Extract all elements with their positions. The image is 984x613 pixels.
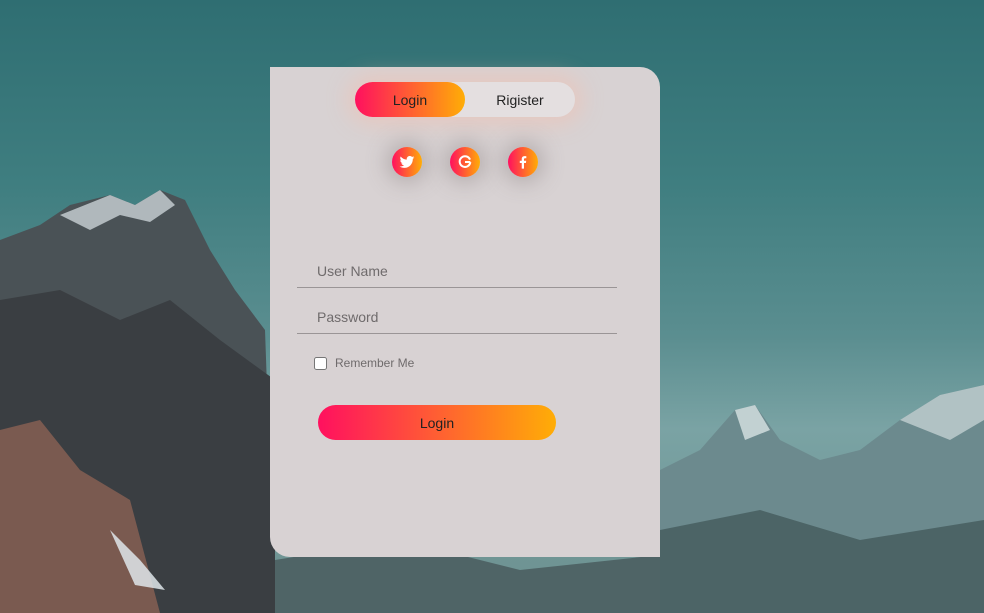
- facebook-login-button[interactable]: [508, 147, 538, 177]
- username-input[interactable]: [297, 254, 617, 287]
- twitter-icon: [399, 156, 415, 168]
- google-login-button[interactable]: [450, 147, 480, 177]
- tab-login[interactable]: Login: [355, 82, 465, 117]
- remember-me-checkbox[interactable]: [314, 356, 327, 370]
- google-icon: [458, 155, 472, 168]
- username-field: [297, 254, 617, 288]
- login-card: Login Rigister Remember Me Login: [270, 67, 660, 557]
- remember-me-label: Remember Me: [335, 356, 415, 370]
- auth-tab-toggle: Login Rigister: [355, 82, 575, 117]
- tab-register[interactable]: Rigister: [465, 82, 575, 117]
- password-field: [297, 300, 617, 334]
- facebook-icon: [519, 156, 527, 169]
- password-input[interactable]: [297, 300, 617, 333]
- remember-me: Remember Me: [314, 356, 414, 370]
- login-submit-button[interactable]: Login: [318, 405, 556, 440]
- twitter-login-button[interactable]: [392, 147, 422, 177]
